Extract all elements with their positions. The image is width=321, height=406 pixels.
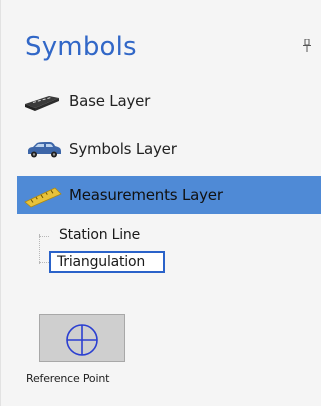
layer-label: Symbols Layer xyxy=(69,140,177,158)
rename-field-triangulation[interactable]: Triangulation xyxy=(49,251,165,273)
pane-title: Symbols xyxy=(25,32,137,62)
layer-item-symbols[interactable]: Symbols Layer xyxy=(17,130,321,168)
tree-connector xyxy=(39,234,41,264)
crosshair-circle-icon xyxy=(66,324,98,356)
layer-label: Measurements Layer xyxy=(69,186,223,204)
ruler-icon xyxy=(24,187,62,208)
layer-item-measurements[interactable]: Measurements Layer xyxy=(17,176,321,214)
base-layer-icon xyxy=(25,96,59,111)
symbols-pane: Symbols Base Layer Symbols Layer Measure… xyxy=(0,0,321,406)
reference-point-label: Reference Point xyxy=(26,372,110,385)
tree-connector xyxy=(39,236,49,237)
tree-connector xyxy=(39,262,49,263)
layer-item-base[interactable]: Base Layer xyxy=(17,82,321,120)
sub-item-station-line[interactable]: Station Line xyxy=(59,227,140,243)
car-icon xyxy=(28,142,61,158)
layer-label: Base Layer xyxy=(69,92,151,110)
reference-point-button[interactable] xyxy=(39,314,125,362)
pin-icon[interactable] xyxy=(302,39,312,53)
